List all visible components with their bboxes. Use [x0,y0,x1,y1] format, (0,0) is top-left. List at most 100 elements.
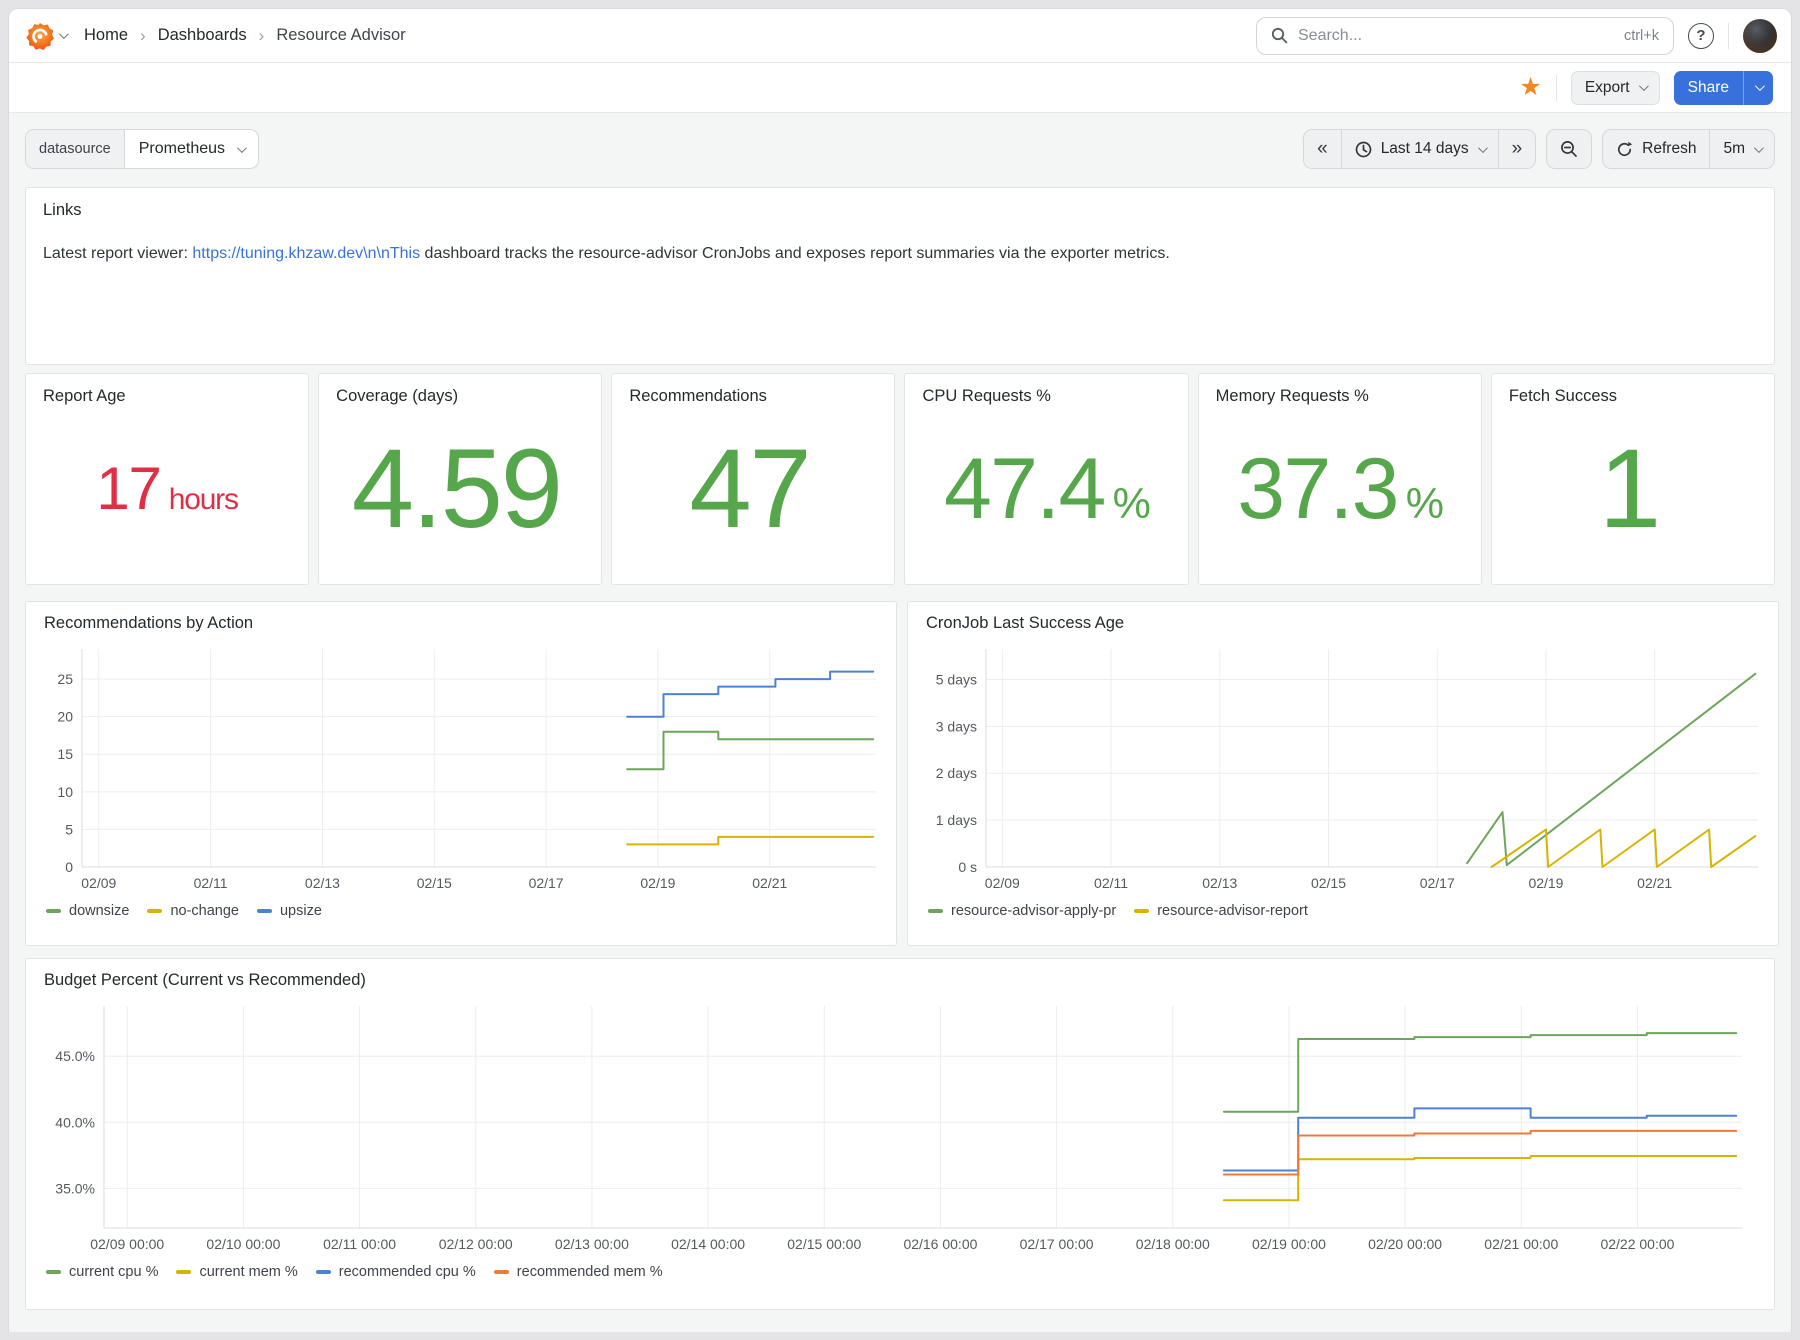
cronjob-last-success-age-chart[interactable]: 02/0902/1102/1302/1502/1702/1902/210 s1 … [918,639,1768,897]
stat-panel-recommendations: Recommendations 47 [611,373,895,585]
stat-panels-row: Report Age 17hours Coverage (days) 4.59 … [25,373,1775,585]
search-bar[interactable]: ctrl+k [1256,17,1674,55]
refresh-interval-select[interactable]: 5m [1709,130,1774,168]
legend-label[interactable]: current cpu % [69,1264,158,1280]
svg-text:5 days: 5 days [936,671,977,687]
svg-text:02/16 00:00: 02/16 00:00 [903,1236,977,1252]
charts-row: Recommendations by Action 02/09 02/11 02/1… [25,601,1775,946]
panel-title-budget-percent[interactable]: Budget Percent (Current vs Recommended) [36,971,1764,990]
time-shift-back-button[interactable]: « [1304,130,1341,168]
panel-title-links[interactable]: Links [43,201,1757,220]
svg-text:02/17: 02/17 [1420,875,1455,891]
panel-title-cronjob-last-success-age[interactable]: CronJob Last Success Age [918,614,1768,633]
svg-text:02/18 00:00: 02/18 00:00 [1136,1236,1210,1252]
legend-item[interactable]: current cpu % [46,1264,158,1280]
refresh-icon [1616,141,1633,158]
dashboard-toolbar: datasource Prometheus « Last 14 days [25,127,1775,171]
favorite-star-icon[interactable]: ★ [1519,75,1541,100]
legend-item[interactable]: downsize [46,903,129,919]
legend-item[interactable]: recommended cpu % [316,1264,476,1280]
legend-label[interactable]: current mem % [199,1264,297,1280]
svg-text:5: 5 [65,821,73,837]
svg-text:35.0%: 35.0% [55,1180,95,1196]
links-text: Latest report viewer: https://tuning.khz… [43,242,1757,266]
legend-label[interactable]: upsize [280,903,322,919]
refresh-button[interactable]: Refresh [1603,130,1709,168]
help-icon[interactable]: ? [1688,23,1714,49]
stat-value-cpu-requests: 47.4% [944,446,1149,532]
panel-title-memory-requests[interactable]: Memory Requests % [1216,387,1464,406]
legend-label[interactable]: resource-advisor-report [1157,903,1308,919]
export-button[interactable]: Export [1571,71,1660,105]
chart-legend: resource-advisor-apply-pr resource-adviso… [918,897,1768,921]
panel-title-coverage-days[interactable]: Coverage (days) [336,387,584,406]
links-panel: Links Latest report viewer: https://tuni… [25,187,1775,365]
svg-text:02/11: 02/11 [194,875,228,891]
zoom-out-time-button[interactable] [1547,130,1591,168]
share-button[interactable]: Share [1674,71,1743,105]
legend-item[interactable]: no-change [147,903,239,919]
svg-text:02/21: 02/21 [752,875,787,891]
panel-title-recommendations-by-action[interactable]: Recommendations by Action [36,614,886,633]
svg-text:02/19: 02/19 [1528,875,1563,891]
top-nav: Home › Dashboards › Resource Advisor ctr… [9,9,1791,63]
legend-swatch-icon [46,909,61,913]
svg-text:02/13: 02/13 [1202,875,1237,891]
stat-value-recommendations: 47 [689,433,817,545]
svg-text:10: 10 [57,784,73,800]
breadcrumb-current-page: Resource Advisor [276,26,405,45]
cronjob-last-success-age-panel: CronJob Last Success Age 02/09 02/11 02/13… [907,601,1779,946]
legend-swatch-icon [46,1270,61,1274]
svg-text:02/21 00:00: 02/21 00:00 [1484,1236,1558,1252]
svg-text:02/11: 02/11 [1094,875,1128,891]
stat-panel-cpu-requests: CPU Requests % 47.4% [904,373,1188,585]
legend-label[interactable]: recommended mem % [517,1264,663,1280]
user-avatar[interactable] [1743,19,1777,53]
breadcrumb-dashboards[interactable]: Dashboards [158,26,247,45]
logo-chevron-icon [59,29,69,39]
datasource-select[interactable]: Prometheus [125,130,258,168]
svg-text:02/19: 02/19 [640,875,675,891]
panel-title-fetch-success[interactable]: Fetch Success [1509,387,1757,406]
share-menu-button[interactable] [1743,71,1773,105]
clock-icon [1355,141,1372,158]
search-input[interactable] [1298,27,1614,45]
svg-text:40.0%: 40.0% [55,1114,95,1130]
legend-label[interactable]: no-change [170,903,239,919]
legend-swatch-icon [147,909,162,913]
panel-title-cpu-requests[interactable]: CPU Requests % [922,387,1170,406]
actions-divider [1556,75,1557,101]
chevron-down-icon [1755,81,1765,91]
budget-percent-panel: Budget Percent (Current vs Recommended) … [25,958,1775,1310]
legend-item[interactable]: resource-advisor-report [1134,903,1308,919]
svg-text:15: 15 [57,746,73,762]
legend-swatch-icon [316,1270,331,1274]
svg-text:02/09: 02/09 [985,875,1020,891]
legend-label[interactable]: downsize [69,903,129,919]
legend-swatch-icon [176,1270,191,1274]
refresh-interval-value: 5m [1723,140,1745,158]
panel-title-report-age[interactable]: Report Age [43,387,291,406]
svg-text:02/10 00:00: 02/10 00:00 [206,1236,280,1252]
legend-item[interactable]: upsize [257,903,322,919]
legend-label[interactable]: recommended cpu % [339,1264,476,1280]
svg-text:02/15: 02/15 [417,875,452,891]
svg-text:1 days: 1 days [936,812,977,828]
time-range-picker[interactable]: Last 14 days [1341,130,1498,168]
budget-percent-chart[interactable]: 02/09 00:0002/10 00:0002/11 00:0002/12 0… [36,996,1752,1258]
panel-title-recommendations[interactable]: Recommendations [629,387,877,406]
legend-item[interactable]: resource-advisor-apply-pr [928,903,1116,919]
time-shift-forward-button[interactable]: » [1498,130,1536,168]
legend-item[interactable]: recommended mem % [494,1264,663,1280]
datasource-variable: datasource Prometheus [25,129,259,169]
legend-item[interactable]: current mem % [176,1264,297,1280]
recommendations-by-action-chart[interactable]: 02/0902/1102/1302/1502/1702/1902/2105101… [36,639,886,897]
grafana-logo-menu[interactable] [25,21,66,51]
legend-label[interactable]: resource-advisor-apply-pr [951,903,1116,919]
search-icon [1271,27,1288,44]
svg-text:02/09 00:00: 02/09 00:00 [90,1236,164,1252]
chevron-down-icon [1754,143,1764,153]
svg-text:02/17: 02/17 [529,875,564,891]
breadcrumb-home[interactable]: Home [84,26,128,45]
report-viewer-link[interactable]: https://tuning.khzaw.dev\n\nThis [192,245,420,262]
